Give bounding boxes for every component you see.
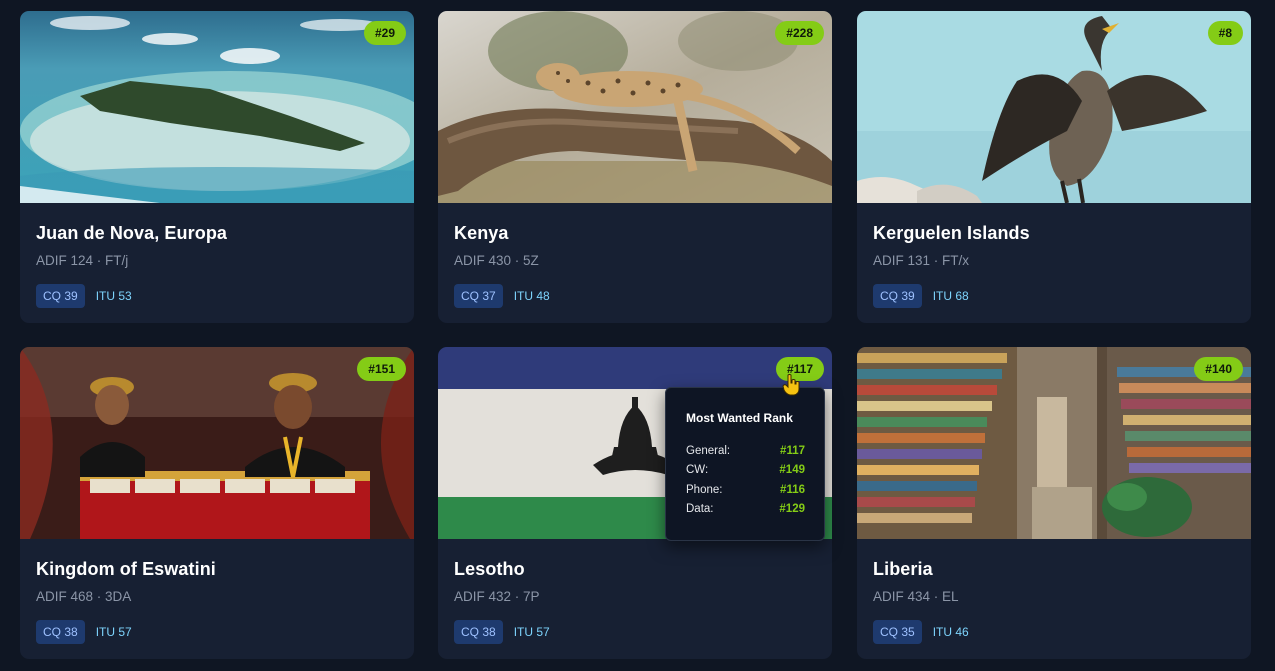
- card-photo-island: [20, 11, 414, 203]
- cq-zone-tag: CQ 39: [873, 284, 922, 308]
- entity-card-eswatini[interactable]: #151 Kingdom of Eswatini ADIF 468 · 3DA …: [20, 347, 414, 659]
- cq-zone-tag: CQ 38: [36, 620, 85, 644]
- itu-zone-tag: ITU 57: [95, 625, 132, 639]
- tooltip-value: #149: [779, 464, 805, 476]
- tooltip-value: #129: [779, 503, 805, 515]
- card-title: Kerguelen Islands: [873, 223, 1030, 243]
- card-photo-bookshop: [857, 347, 1251, 539]
- rank-badge[interactable]: #151: [357, 357, 406, 381]
- card-adif-prefix: ADIF 434 · EL: [873, 589, 959, 604]
- itu-zone-tag: ITU 57: [513, 625, 550, 639]
- card-adif-prefix: ADIF 430 · 5Z: [454, 253, 539, 268]
- rank-badge[interactable]: #228: [775, 21, 824, 45]
- tooltip-row-cw: CW: #149: [686, 464, 805, 480]
- tooltip-label: General:: [686, 445, 731, 457]
- entity-card-juan-de-nova[interactable]: #29 Juan de Nova, Europa ADIF 124 · FT/j…: [20, 11, 414, 323]
- rank-badge[interactable]: #140: [1194, 357, 1243, 381]
- itu-zone-tag: ITU 53: [95, 289, 132, 303]
- card-title: Kingdom of Eswatini: [36, 559, 216, 579]
- tooltip-row-phone: Phone: #116: [686, 484, 805, 500]
- card-adif-prefix: ADIF 131 · FT/x: [873, 253, 970, 268]
- card-zone-tags: CQ 35 ITU 46: [873, 620, 980, 644]
- tooltip-row-general: General: #117: [686, 445, 805, 461]
- entity-card-kerguelen[interactable]: #8 Kerguelen Islands ADIF 131 · FT/x CQ …: [857, 11, 1251, 323]
- card-title: Kenya: [454, 223, 509, 243]
- card-photo-cormorant: [857, 11, 1251, 203]
- card-photo-leopard: [438, 11, 832, 203]
- card-zone-tags: CQ 38 ITU 57: [454, 620, 561, 644]
- itu-zone-tag: ITU 68: [932, 289, 969, 303]
- cq-zone-tag: CQ 37: [454, 284, 503, 308]
- entity-card-liberia[interactable]: #140 Liberia ADIF 434 · EL CQ 35 ITU 46: [857, 347, 1251, 659]
- rank-badge[interactable]: #8: [1207, 21, 1243, 45]
- card-title: Lesotho: [454, 559, 525, 579]
- cq-zone-tag: CQ 39: [36, 284, 85, 308]
- tooltip-value: #117: [780, 445, 805, 457]
- cq-zone-tag: CQ 38: [454, 620, 503, 644]
- itu-zone-tag: ITU 48: [513, 289, 550, 303]
- cq-zone-tag: CQ 35: [873, 620, 922, 644]
- card-zone-tags: CQ 39 ITU 68: [873, 284, 980, 308]
- card-adif-prefix: ADIF 124 · FT/j: [36, 253, 129, 268]
- card-adif-prefix: ADIF 432 · 7P: [454, 589, 540, 604]
- tooltip-value: #116: [780, 484, 805, 496]
- entity-card-kenya[interactable]: #228 Kenya ADIF 430 · 5Z CQ 37 ITU 48: [438, 11, 832, 323]
- itu-zone-tag: ITU 46: [932, 625, 969, 639]
- card-zone-tags: CQ 38 ITU 57: [36, 620, 143, 644]
- most-wanted-rank-tooltip: Most Wanted Rank General: #117 CW: #149 …: [665, 387, 825, 541]
- tooltip-label: Phone:: [686, 484, 723, 496]
- tooltip-label: CW:: [686, 464, 709, 476]
- card-title: Liberia: [873, 559, 933, 579]
- rank-badge[interactable]: #29: [363, 21, 406, 45]
- card-adif-prefix: ADIF 468 · 3DA: [36, 589, 132, 604]
- tooltip-title: Most Wanted Rank: [686, 411, 793, 425]
- card-title: Juan de Nova, Europa: [36, 223, 228, 243]
- tooltip-label: Data:: [686, 503, 714, 515]
- card-zone-tags: CQ 39 ITU 53: [36, 284, 143, 308]
- card-zone-tags: CQ 37 ITU 48: [454, 284, 561, 308]
- hand-pointer-cursor-icon: [782, 374, 800, 396]
- tooltip-row-data: Data: #129: [686, 503, 805, 519]
- card-photo-musicians: [20, 347, 414, 539]
